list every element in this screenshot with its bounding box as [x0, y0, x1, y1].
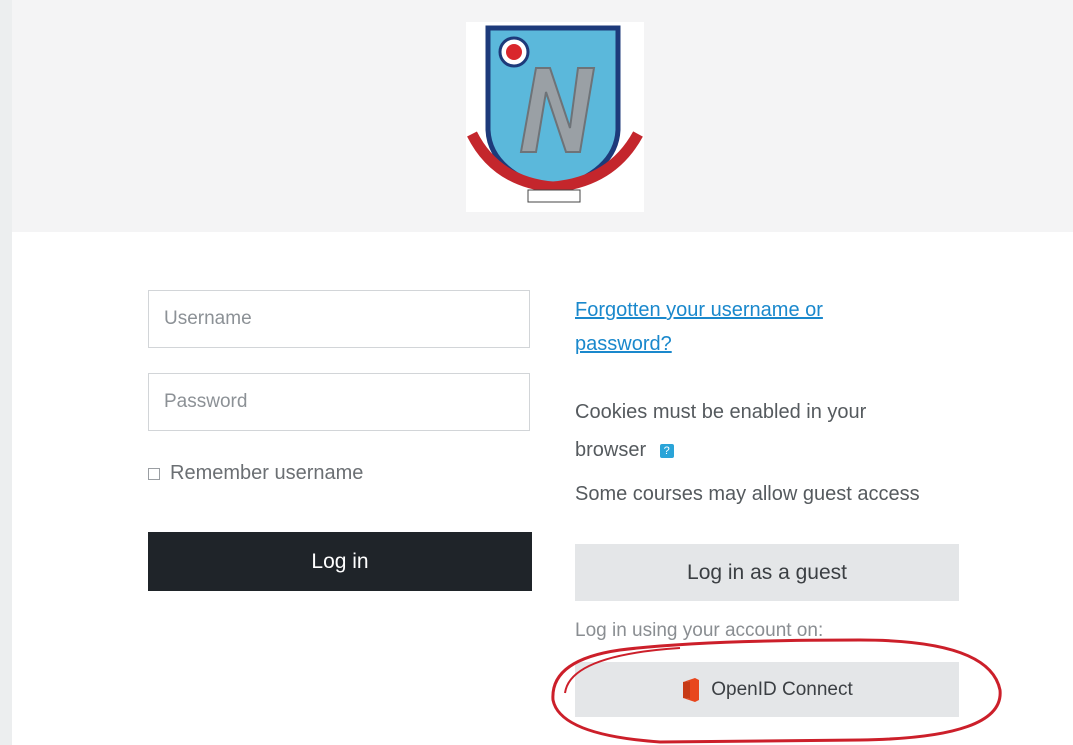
- openid-connect-button[interactable]: OpenID Connect: [575, 662, 959, 717]
- username-input[interactable]: [148, 290, 530, 348]
- site-logo: [466, 22, 644, 212]
- remember-username[interactable]: Remember username: [148, 462, 363, 485]
- help-icon[interactable]: ?: [659, 443, 674, 458]
- page-edge: [0, 0, 12, 745]
- login-button[interactable]: Log in: [148, 532, 532, 591]
- crest-logo-icon: [467, 25, 643, 203]
- password-input[interactable]: [148, 373, 530, 431]
- office-icon: [683, 677, 700, 702]
- forgot-password-link[interactable]: Forgotten your username or password?: [575, 293, 905, 361]
- guest-login-button[interactable]: Log in as a guest: [575, 544, 959, 601]
- cookies-text: Cookies must be enabled in your browser: [575, 401, 867, 461]
- guest-access-text: Some courses may allow guest access: [575, 483, 920, 505]
- remember-checkbox[interactable]: [148, 467, 160, 480]
- login-using-account-text: Log in using your account on:: [575, 620, 824, 641]
- openid-connect-label: OpenID Connect: [711, 678, 853, 700]
- cookies-notice: Cookies must be enabled in your browser …: [575, 393, 935, 469]
- remember-label: Remember username: [170, 462, 364, 484]
